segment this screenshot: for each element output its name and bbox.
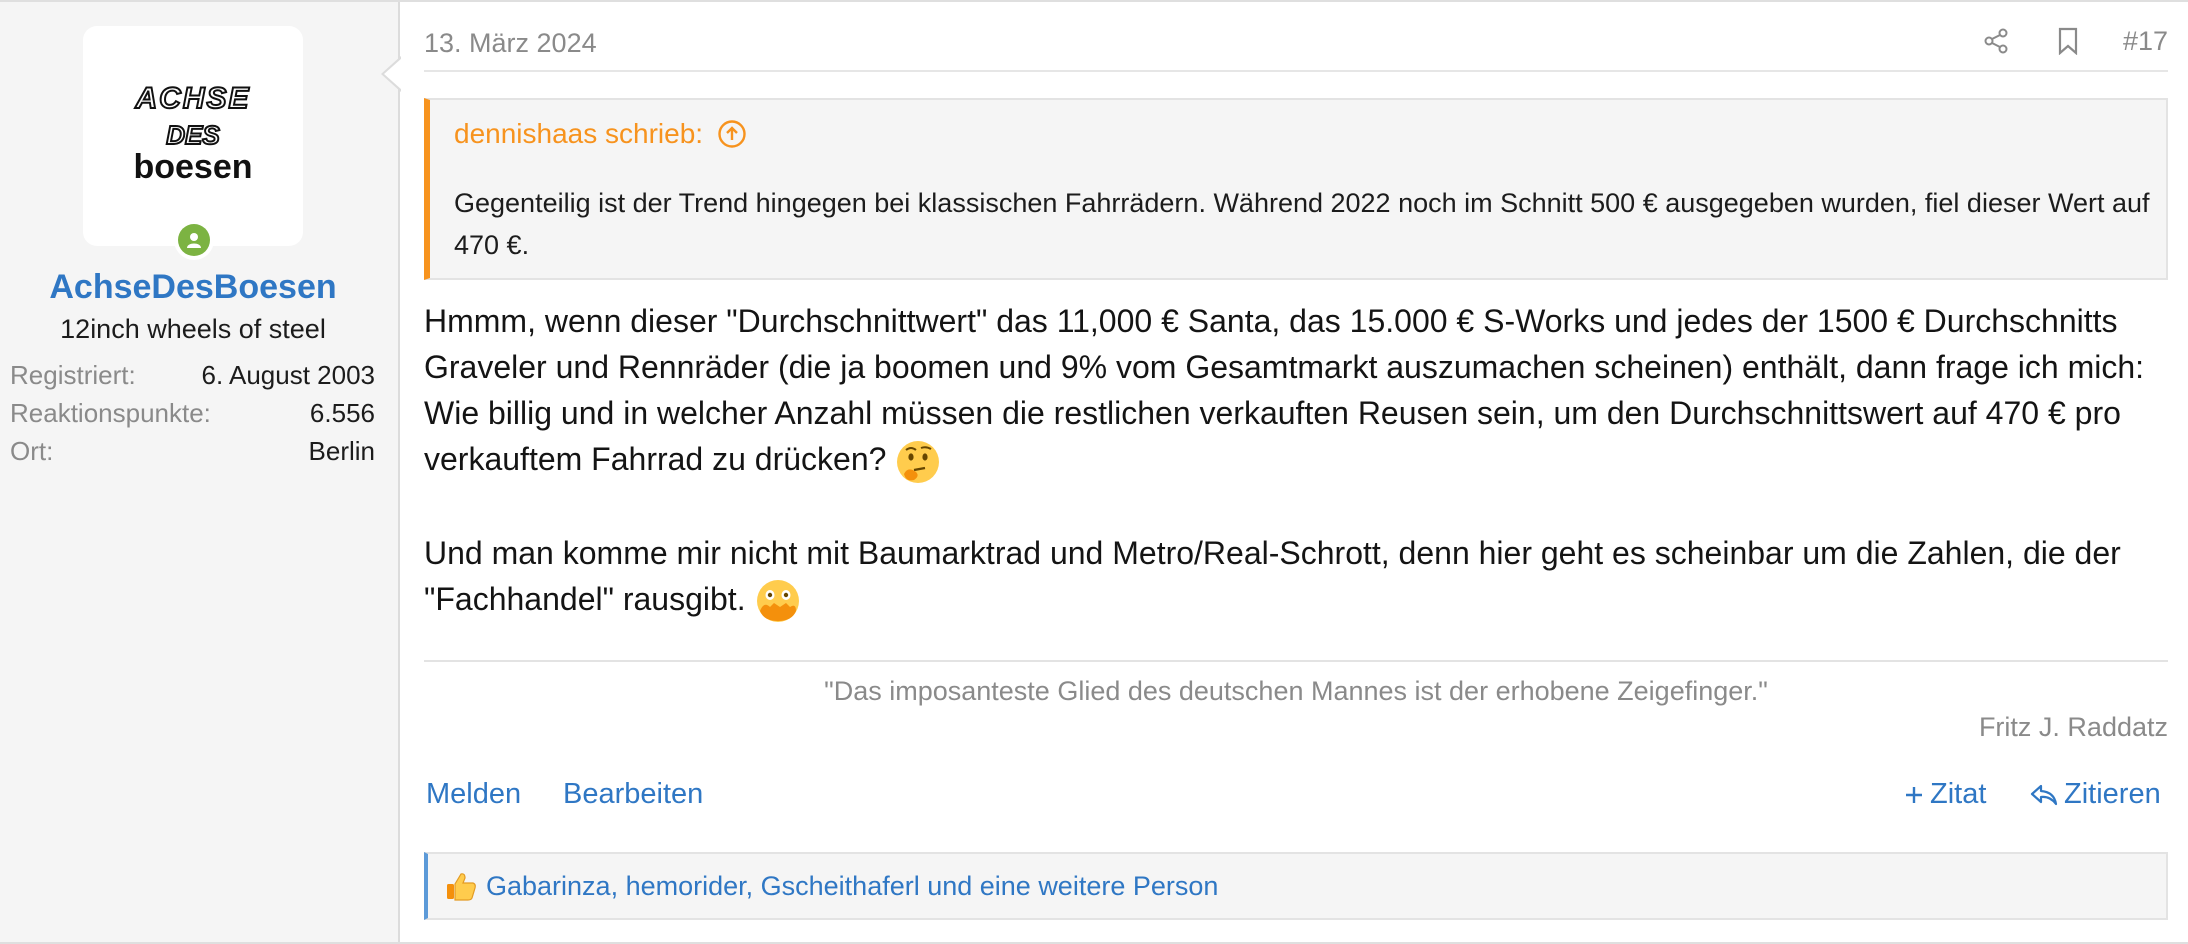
user-logo: ACHSE DES boesen (133, 81, 252, 186)
stat-location: Ort: Berlin (10, 432, 375, 470)
post-actions: Melden Bearbeiten Zitat Zitieren (424, 778, 2168, 822)
post-number[interactable]: #17 (2123, 26, 2168, 57)
stat-reaction-points: Reaktionspunkte: 6.556 (10, 394, 375, 432)
stat-value: 6. August 2003 (201, 360, 375, 390)
report-button[interactable]: Melden (426, 778, 521, 811)
signature-quote: "Das imposanteste Glied des deutschen Ma… (824, 676, 1768, 706)
reply-quote-button[interactable]: Zitieren (2030, 778, 2161, 811)
multiquote-label: Zitat (1930, 778, 1987, 810)
arrow-up-circle-icon[interactable] (717, 119, 747, 149)
reply-icon (2030, 784, 2058, 805)
thinking-face-icon (897, 440, 940, 483)
username-link[interactable]: AchseDesBoesen (0, 268, 386, 307)
message-paragraph-2: Und man komme mir nicht mit Baumarktrad … (424, 530, 2168, 626)
multiquote-button[interactable]: Zitat (1904, 778, 1986, 811)
user-sidebar: ACHSE DES boesen AchseDesBoesen 12inch w… (0, 2, 400, 942)
quote-author[interactable]: dennishaas schrieb: (454, 118, 703, 150)
stat-label: Ort: (10, 436, 54, 466)
stat-value[interactable]: 6.556 (310, 394, 375, 432)
quote-text: Gegenteilig ist der Trend hingegen bei k… (454, 188, 2150, 260)
signature-author: Fritz J. Raddatz (1978, 712, 2168, 742)
post-main: 13. März 2024 #17 dennishaas schrieb: Ge… (424, 2, 2168, 942)
message-text: Hmmm, wenn dieser "Durchschnittwert" das… (424, 303, 2145, 477)
quote-header[interactable]: dennishaas schrieb: (454, 118, 747, 150)
logo-text-middle: DES (166, 120, 220, 150)
sidebar-arrow-inner (384, 58, 402, 90)
stat-registered: Registriert: 6. August 2003 (10, 356, 375, 394)
user-title: 12inch wheels of steel (60, 314, 326, 344)
signature: "Das imposanteste Glied des deutschen Ma… (424, 660, 2168, 742)
share-icon[interactable] (1979, 24, 2013, 58)
logo-text-top: ACHSE (134, 82, 250, 115)
reply-label: Zitieren (2064, 778, 2161, 810)
user-stats: Registriert: 6. August 2003 Reaktionspun… (10, 356, 375, 470)
online-status-indicator (174, 220, 214, 260)
avatar[interactable]: ACHSE DES boesen (83, 26, 303, 246)
quote-block: dennishaas schrieb: Gegenteilig ist der … (424, 98, 2168, 280)
bookmark-icon[interactable] (2051, 24, 2085, 58)
stat-label: Reaktionspunkte: (10, 398, 211, 428)
message-paragraph-1: Hmmm, wenn dieser "Durchschnittwert" das… (424, 298, 2168, 486)
message-post: ACHSE DES boesen AchseDesBoesen 12inch w… (0, 0, 2188, 944)
plus-icon (1906, 786, 1922, 803)
edit-button[interactable]: Bearbeiten (563, 778, 703, 811)
message-text: Und man komme mir nicht mit Baumarktrad … (424, 534, 2121, 617)
stat-value[interactable]: Berlin (309, 432, 375, 470)
face-with-hand-over-mouth-icon (756, 580, 799, 623)
thumbs-up-icon (447, 873, 476, 901)
user-icon (187, 233, 201, 248)
reactions-bar[interactable]: Gabarinza, hemorider, Gscheithaferl und … (424, 852, 2168, 920)
stat-label: Registriert: (10, 360, 136, 390)
logo-text-bottom: boesen (133, 148, 252, 186)
message-body: Hmmm, wenn dieser "Durchschnittwert" das… (424, 298, 2168, 625)
post-meta: 13. März 2024 #17 (424, 2, 2168, 72)
reactions-text[interactable]: Gabarinza, hemorider, Gscheithaferl und … (486, 871, 1218, 902)
post-date[interactable]: 13. März 2024 (424, 28, 597, 59)
post-meta-actions: #17 (1979, 24, 2168, 58)
